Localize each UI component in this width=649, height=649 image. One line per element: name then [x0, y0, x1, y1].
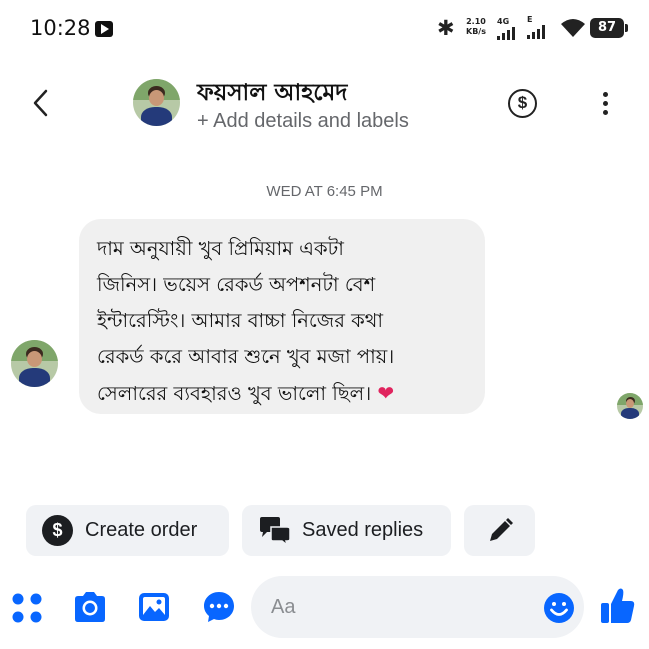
saved-replies-label: Saved replies	[302, 519, 424, 541]
message-bubble[interactable]: দাম অনুযায়ী খুব প্রিমিয়াম একটা জিনিস। …	[79, 219, 485, 414]
network-speed-value: 2.10	[466, 17, 486, 26]
gallery-image-icon[interactable]	[137, 591, 171, 623]
signal-bars-2-icon	[527, 25, 545, 39]
back-chevron-icon[interactable]	[28, 88, 54, 118]
youtube-notification-icon	[95, 21, 113, 37]
network-speed: 2.10 KB/s	[466, 17, 486, 37]
more-options-icon[interactable]	[600, 90, 610, 118]
message-line: রেকর্ড করে আবার শুনে খুব মজা পায়।	[97, 345, 395, 368]
pencil-icon	[489, 517, 513, 541]
message-input-placeholder: Aa	[271, 596, 296, 618]
thumbs-up-like-icon[interactable]	[600, 587, 636, 625]
contact-avatar[interactable]	[133, 79, 180, 126]
message-timestamp: WED AT 6:45 PM	[266, 183, 383, 200]
edit-button[interactable]	[464, 505, 535, 556]
network-speed-unit: KB/s	[466, 27, 486, 36]
network-type-4g: 4G	[497, 17, 510, 26]
create-order-label: Create order	[85, 519, 198, 541]
emoji-smiley-icon[interactable]	[543, 592, 575, 624]
message-text: দাম অনুযায়ী খুব প্রিমিয়াম একটা জিনিস। …	[97, 231, 469, 412]
network-type-e: E	[527, 15, 533, 24]
status-time: 10:28	[30, 16, 91, 40]
camera-icon[interactable]	[72, 591, 108, 623]
sender-avatar[interactable]	[11, 340, 58, 387]
battery-indicator: 87	[590, 18, 628, 38]
contact-name[interactable]: ফয়সাল আহমেদ	[197, 74, 347, 113]
saved-replies-button[interactable]: Saved replies	[242, 505, 451, 556]
message-line: দাম অনুযায়ী খুব প্রিমিয়াম একটা	[97, 237, 344, 260]
message-line-last: সেলারের ব্যবহারও খুব ভালো ছিল। ❤	[97, 375, 469, 412]
seen-indicator-avatar	[617, 393, 643, 419]
wifi-icon	[561, 19, 585, 37]
saved-replies-chat-icon	[260, 516, 291, 546]
message-line: জিনিস। ভয়েস রেকর্ড অপশনটা বেশ	[97, 273, 376, 296]
chat-bubble-icon[interactable]	[202, 590, 236, 624]
message-line: ইন্টারেস্টিং। আমার বাচ্চা নিজের কথা	[97, 309, 384, 332]
status-bar: 10:28 ✱ 2.10 KB/s 4G E 87	[0, 0, 649, 58]
apps-four-dots-icon[interactable]	[11, 592, 43, 624]
add-details-link[interactable]: + Add details and labels	[197, 110, 409, 133]
heart-emoji-icon: ❤	[377, 381, 395, 405]
dollar-icon: $	[42, 515, 73, 546]
create-order-button[interactable]: $ Create order	[26, 505, 229, 556]
signal-bars-icon	[497, 27, 515, 40]
bluetooth-icon: ✱	[437, 16, 455, 40]
message-input[interactable]	[251, 576, 584, 638]
message-line: সেলারের ব্যবহারও খুব ভালো ছিল।	[97, 382, 372, 405]
payment-dollar-icon[interactable]: $	[508, 89, 537, 118]
